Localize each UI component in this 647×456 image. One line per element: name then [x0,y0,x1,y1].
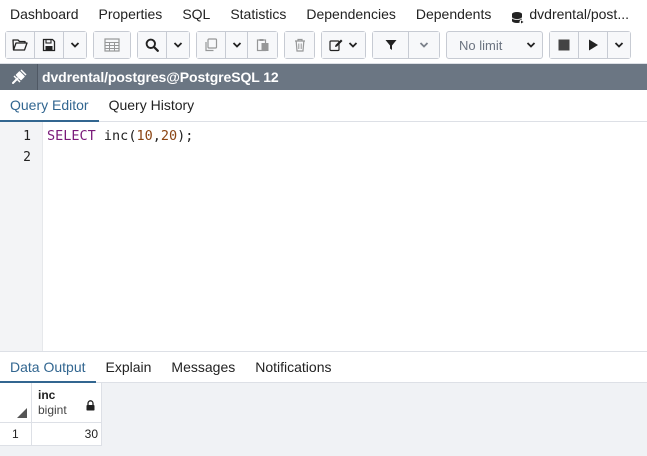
filter-icon [385,40,396,50]
tab-data-output[interactable]: Data Output [0,352,96,383]
lock-icon [86,398,95,414]
tab-statistics[interactable]: Statistics [220,0,296,27]
tab-query-tool[interactable]: dvdrental/post... [501,0,639,27]
tab-notifications[interactable]: Notifications [245,352,341,383]
delete-icon [294,38,305,52]
panel-tabs: Dashboard Properties SQL Statistics Depe… [0,0,647,27]
sql-editor[interactable]: 1 2 SELECT inc(10,20); [0,122,647,351]
tab-label: Statistics [230,5,287,22]
chevron-down-icon [348,42,358,48]
edit-grid-button[interactable] [94,32,130,58]
number-literal: 10 [136,128,153,144]
copy-button[interactable] [197,32,226,58]
open-file-icon [12,39,28,51]
result-grid: inc bigint 1 30 [0,383,647,456]
tab-dependencies[interactable]: Dependencies [296,0,406,27]
query-toolbar: No limit [0,27,647,64]
tab-properties[interactable]: Properties [89,0,173,27]
execute-button-group [549,31,631,59]
tab-label: Dependencies [306,5,396,22]
tab-query-history[interactable]: Query History [99,90,205,122]
tab-dependents[interactable]: Dependents [406,0,502,27]
row-number[interactable]: 1 [0,423,32,446]
save-button[interactable] [35,32,64,58]
corner-triangle-icon [17,408,27,418]
row-limit-value: No limit [459,37,503,53]
paste-icon [256,39,268,52]
line-number: 2 [23,150,31,165]
execute-dropdown-button[interactable] [608,32,630,58]
tab-label: Dependents [415,5,492,22]
play-icon [589,39,598,51]
stop-icon [558,39,570,51]
file-button-group [5,31,87,59]
connection-bar[interactable]: dvdrental/postgres@PostgreSQL 12 [0,64,647,90]
filter-button[interactable] [373,32,409,58]
tab-explain[interactable]: Explain [96,352,162,383]
comma: , [152,128,161,144]
row-limit-select[interactable]: No limit [446,31,543,59]
tab-query-editor[interactable]: Query Editor [0,90,99,122]
copy-icon [205,38,218,52]
tab-label: Properties [98,5,163,22]
tab-label: dvdrental/post... [529,5,629,22]
chevron-down-icon [173,42,183,48]
execute-button[interactable] [579,32,608,58]
search-dropdown-button[interactable] [167,32,189,58]
chevron-down-icon [419,42,429,48]
edit-button[interactable] [322,32,365,58]
edit-grid-button-group [93,31,131,59]
tab-label: SQL [182,5,211,22]
edit-button-group [321,31,366,59]
table-cell[interactable]: 30 [32,423,102,446]
search-button-group [137,31,190,59]
save-icon [42,38,56,52]
column-header[interactable]: inc bigint [32,383,102,423]
connection-plug-icon[interactable] [0,64,38,90]
paste-button[interactable] [248,32,277,58]
tab-messages[interactable]: Messages [161,352,245,383]
filter-button-group [372,31,440,59]
editor-tabs: Query Editor Query History [0,90,647,122]
paren-close: ); [177,128,194,144]
edit-icon [329,39,343,52]
select-all-corner[interactable] [0,383,32,423]
clipboard-button-group [196,31,278,59]
delete-button-group [284,31,315,59]
line-gutter: 1 2 [0,122,43,351]
connection-title: dvdrental/postgres@PostgreSQL 12 [42,69,279,85]
function-name: inc [103,128,129,144]
chevron-down-icon [614,42,624,48]
tab-dashboard[interactable]: Dashboard [0,0,89,27]
chevron-down-icon [232,42,241,48]
copy-dropdown-button[interactable] [226,32,248,58]
edit-grid-icon [104,38,120,52]
number-literal: 20 [160,128,178,144]
search-button[interactable] [138,32,167,58]
output-tabs: Data Output Explain Messages Notificatio… [0,351,647,383]
tab-label: Dashboard [10,5,79,22]
sql-keyword: SELECT [47,128,96,144]
stop-button[interactable] [550,32,579,58]
code-line[interactable]: SELECT inc(10,20); [47,128,193,144]
chevron-down-icon [70,42,80,48]
search-icon [145,38,159,52]
line-number: 1 [23,129,31,144]
filter-dropdown-button[interactable] [409,32,439,58]
tab-sql[interactable]: SQL [172,0,220,27]
open-file-button[interactable] [6,32,35,58]
database-icon [511,7,525,24]
save-dropdown-button[interactable] [64,32,86,58]
chevron-down-icon [526,42,536,48]
delete-button[interactable] [285,32,314,58]
